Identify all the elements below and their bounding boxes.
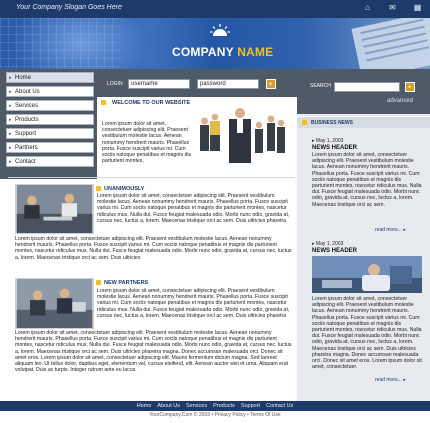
partners-text: Lorem ipsum dolor sit amet, consectetuer… [97,288,290,319]
footer-link-about-us[interactable]: About Us [157,403,180,409]
username-input[interactable]: username [128,79,190,89]
chevron-right-icon: ▸ [403,377,406,383]
news-date-text: May 1, 2003 [315,138,344,144]
sidebar-item-services[interactable]: ▸ Services [6,100,94,111]
business-people-image [195,103,290,168]
banner-document-image [351,18,430,69]
unanimously-text-2: Lorem ipsum dolor sit amet, consectetuer… [15,236,292,261]
meeting-photo [15,184,94,234]
bullet-icon [96,186,101,191]
sidebar-item-contact[interactable]: ▸ Contact [6,156,94,167]
sidebar-item-label: Services [15,102,39,109]
search-go-button[interactable]: ▸ [405,82,415,92]
login-go-icon: ▸ [269,81,273,87]
bullet-icon [96,280,101,285]
news-text: Lorem ipsum dolor sit amet, consectetuer… [312,152,422,208]
divider [8,177,295,178]
bullet-icon [302,120,307,125]
top-bar: Your Company Slogan Goes Here ⌂ ✉ ▦ [0,0,430,18]
footer-link-home[interactable]: Home [137,403,152,409]
sidebar-item-label: About Us [15,88,40,95]
sidebar-item-label: Home [15,74,32,81]
footer-link-products[interactable]: Products [213,403,235,409]
copyright: YourCompany.Com © 2003 • Privacy Policy … [149,412,281,418]
news-photo [312,256,422,293]
page: Your Company Slogan Goes Here ⌂ ✉ ▦ COMP… [0,0,430,423]
sidebar-item-label: Contact [15,158,36,165]
sidebar-item-products[interactable]: ▸ Products [6,114,94,125]
footer-nav: Home About Us Services Products Support … [0,401,430,411]
sidebar-item-home[interactable]: ▸ Home [6,72,94,83]
news-header: NEWS HEADER [312,248,358,254]
login-bar: LOGIN username password ▸ [97,69,297,97]
mail-icon[interactable]: ✉ [388,3,397,12]
partners-text-2: Lorem ipsum dolor sit amet, consectetuer… [15,330,292,374]
footer-link-contact-us[interactable]: Contact Us [266,403,293,409]
business-news-title: BUSINESS NEWS [311,120,353,126]
news-header: NEWS HEADER [312,145,358,151]
sidebar-item-support[interactable]: ▸ Support [6,128,94,139]
sidebar-item-partners[interactable]: ▸ Partners [6,142,94,153]
company-name: COMPANY NAME [172,45,273,59]
search-area: SEARCH ▸ advanced [297,69,430,114]
company-name-part1: COMPANY [172,45,234,59]
read-more-link[interactable]: read more... ▸ [375,377,406,383]
sidebar-item-label: Products [15,116,39,123]
unanimously-title: UNANIMOUSLY [104,186,145,192]
right-column: SEARCH ▸ advanced BUSINESS NEWS ▸ May 1,… [297,69,430,401]
partners-photo [15,278,94,329]
advanced-search-link[interactable]: advanced [387,98,413,104]
news-text: Lorem ipsum dolor sit amet, consectetuer… [312,296,422,371]
business-news-header: BUSINESS NEWS [297,116,430,128]
home-icon[interactable]: ⌂ [363,3,372,12]
company-name-part2: NAME [237,45,274,59]
search-label: SEARCH [310,83,331,89]
footer-link-services[interactable]: Services [186,403,207,409]
unanimously-text: Lorem ipsum dolor sit amet, consectetuer… [97,193,290,224]
news-date: ▸ May 1, 2003 [312,241,344,247]
top-icons: ⌂ ✉ ▦ [363,3,422,12]
welcome-text: Lorem ipsum dolor sit amet, consectetuer… [102,121,192,165]
sitemap-icon[interactable]: ▦ [413,3,422,12]
slogan: Your Company Slogan Goes Here [16,4,122,11]
login-go-button[interactable]: ▸ [266,79,276,89]
sidebar-item-label: Partners [15,144,38,151]
chevron-right-icon: ▸ [403,227,406,233]
search-go-icon: ▸ [408,84,412,90]
read-more-label: read more... [375,227,402,233]
read-more-label: read more... [375,377,402,383]
login-label: LOGIN [107,81,123,87]
sidebar: ▸ Home ▸ About Us ▸ Services ▸ Products … [0,69,97,179]
welcome-title: WELCOME TO OUR WEBSITE [112,100,191,106]
news-date-text: May 1, 2003 [315,241,344,247]
password-input[interactable]: password [197,79,259,89]
footer-link-support[interactable]: Support [241,403,260,409]
sun-logo-icon [210,24,230,36]
search-input[interactable] [334,82,400,92]
banner-glow [10,18,150,69]
sidebar-item-about-us[interactable]: ▸ About Us [6,86,94,97]
bullet-icon [101,100,106,105]
news-date: ▸ May 1, 2003 [312,138,344,144]
sidebar-item-label: Support [15,130,37,137]
banner: COMPANY NAME [0,18,430,69]
read-more-link[interactable]: read more... ▸ [375,227,406,233]
partners-title: NEW PARTNERS [104,280,149,286]
